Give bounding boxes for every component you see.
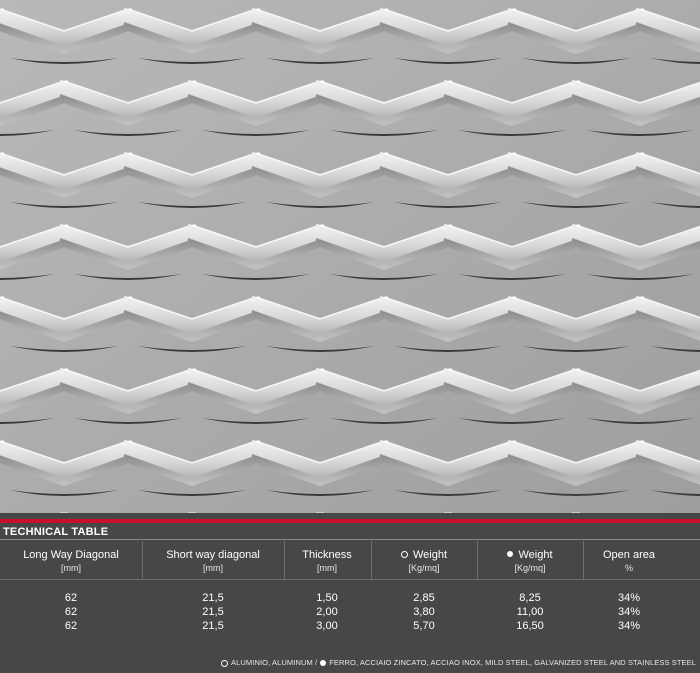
title-divider [0,539,700,540]
header-weight-aluminum: Weight [Kg/mq] [371,541,477,579]
mesh-pattern-image [0,0,700,513]
cell-short-way: 21,5 [202,620,224,632]
header-unit: [Kg/mq] [408,563,440,573]
column-divider [371,541,372,579]
cell-open-area: 34% [617,620,641,632]
cell-long-way: 62 [64,606,78,618]
column-divider [142,541,143,579]
cell-long-way: 62 [64,620,78,632]
header-unit: [mm] [317,563,337,573]
table-header-row: Long Way Diagonal [mm] Short way diagona… [0,541,700,579]
header-label: Long Way Diagonal [23,549,119,561]
cell-long-way: 62 [64,592,78,604]
cell-short-way: 21,5 [202,592,224,604]
open-circle-icon [400,550,408,558]
cell-open-area: 34% [617,606,641,618]
header-thickness: Thickness [mm] [284,541,370,579]
header-open-area: Open area % [583,541,675,579]
technical-table-panel: TECHNICAL TABLE Long Way Diagonal [mm] S… [0,513,700,673]
header-unit: [mm] [61,563,81,573]
header-label: Weight [412,549,448,561]
column-divider [284,541,285,579]
expanded-metal-photo [0,0,700,513]
header-divider [0,579,700,580]
cell-weight-steel: 11,00 [516,606,544,618]
header-label: Open area [603,549,655,561]
header-unit: [mm] [203,563,223,573]
cell-weight-steel: 16,50 [516,620,544,632]
cell-weight-steel: 8,25 [519,592,541,604]
table-row: 62 21,5 3,00 5,70 16,50 34% [0,620,700,634]
filled-circle-icon [507,551,514,558]
legend-steel: FERRO, ACCIAIO ZINCATO, ACCIAO INOX, MIL… [329,658,696,667]
cell-thickness: 2,00 [316,606,338,618]
cell-weight-aluminum: 2,85 [413,592,435,604]
header-weight-steel: Weight [Kg/mq] [477,541,583,579]
table-row: 62 21,5 2,00 3,80 11,00 34% [0,606,700,620]
table-row: 62 21,5 1,50 2,85 8,25 34% [0,592,700,606]
cell-weight-aluminum: 5,70 [413,620,435,632]
cell-weight-aluminum: 3,80 [413,606,435,618]
cell-thickness: 1,50 [316,592,338,604]
header-unit: % [624,563,633,573]
cell-open-area: 34% [617,592,641,604]
header-label: Thickness [302,549,352,561]
material-legend: ALUMINIO, ALUMINUM / FERRO, ACCIAIO ZINCA… [221,658,696,667]
table-title: TECHNICAL TABLE [3,526,109,538]
header-label: Short way diagonal [166,549,260,561]
open-circle-icon [221,659,229,667]
column-divider [583,541,584,579]
header-short-way-diagonal: Short way diagonal [mm] [142,541,284,579]
cell-thickness: 3,00 [316,620,338,632]
header-unit: [Kg/mq] [514,563,546,573]
filled-circle-icon [320,660,327,667]
header-long-way-diagonal: Long Way Diagonal [mm] [0,541,142,579]
column-divider [477,541,478,579]
cell-short-way: 21,5 [202,606,224,618]
legend-aluminum: ALUMINIO, ALUMINUM / [231,658,318,667]
header-label: Weight [518,549,553,561]
table-body: 62 21,5 1,50 2,85 8,25 34% 62 21,5 2,00 … [0,592,700,634]
accent-red-line [0,519,700,523]
